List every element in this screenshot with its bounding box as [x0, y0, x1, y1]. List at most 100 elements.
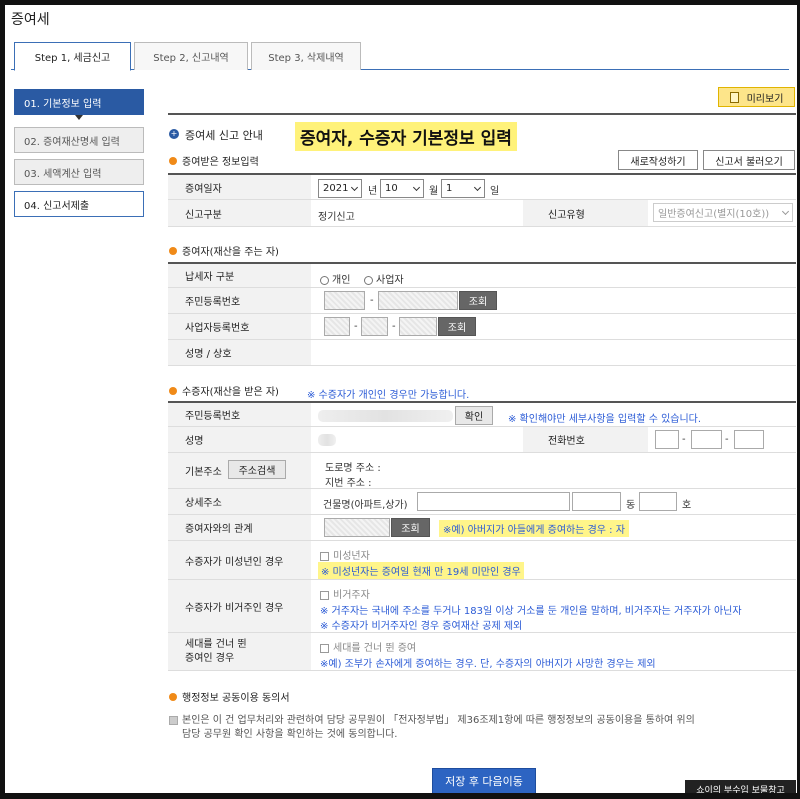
receiver-confirm-button[interactable]: 확인 — [455, 406, 493, 425]
section-receiver-title: 수증자(재산을 받은 자) — [169, 383, 279, 398]
giver-rrn-back-input[interactable] — [378, 291, 458, 310]
day-unit: 일 — [490, 186, 500, 197]
nonresident-note-2: ※ 수증자가 비거주자인 경우 증여재산 공제 제외 — [320, 621, 523, 632]
label-report-kind: 신고유형 — [523, 200, 648, 226]
checkbox-icon — [320, 643, 329, 653]
year-select[interactable]: 2021 — [318, 179, 362, 198]
checkbox-icon — [320, 551, 329, 561]
preview-button[interactable]: 미리보기 — [718, 87, 795, 107]
row-nonresident: 수증자가 비거주인 경우 비거주자 ※ 거주자는 국내에 주소를 두거나 183… — [168, 580, 796, 633]
row-receiver-name: 성명 전화번호 - - — [168, 427, 796, 453]
ho-label: 호 — [682, 500, 692, 511]
minor-checkbox[interactable]: 미성년자 — [320, 547, 370, 562]
app-window: 증여세 Step 1, 세금신고 Step 2, 신고내역 Step 3, 삭제… — [0, 0, 800, 799]
row-minor: 수증자가 미성년인 경우 미성년자 ※ 미성년자는 증여일 현재 만 19세 미… — [168, 541, 796, 580]
load-report-button[interactable]: 신고서 불러오기 — [703, 150, 795, 170]
giver-rrn-front-input[interactable] — [324, 291, 365, 310]
phone-3-input[interactable] — [734, 430, 764, 449]
dong-input[interactable] — [572, 492, 621, 511]
generation-skip-note: ※예) 조부가 손자에게 증여하는 경우. 단, 수증자의 아버지가 사망한 경… — [320, 659, 656, 670]
tab-step2[interactable]: Step 2, 신고내역 — [134, 42, 248, 70]
road-address-label: 도로명 주소 : — [325, 463, 381, 474]
tab-step3[interactable]: Step 3, 삭제내역 — [251, 42, 361, 70]
day-select[interactable]: 1 — [441, 179, 485, 198]
relation-lookup-button[interactable]: 조회 — [391, 518, 430, 537]
bullet-icon — [169, 156, 177, 165]
label-relation: 증여자와의 관계 — [168, 515, 311, 540]
section-received-title: 증여받은 정보입력 — [169, 153, 259, 168]
row-giver-rrn: 주민등록번호 - 조회 — [168, 288, 796, 314]
minor-note: ※ 미성년자는 증여일 현재 만 19세 미만인 경우 — [318, 562, 524, 579]
sidebar: 01. 기본정보 입력 02. 증여재산명세 입력 03. 세액계산 입력 04… — [14, 89, 144, 223]
top-divider — [168, 113, 796, 115]
highlight-banner: 증여자, 수증자 기본정보 입력 — [295, 122, 517, 151]
nonresident-note-1: ※ 거주자는 국내에 주소를 두거나 183일 이상 거소를 둔 개인을 말하며… — [320, 606, 742, 617]
receiver-name-masked — [318, 434, 336, 446]
row-gift-date: 증여일자 2021 년 10 월 1 일 — [168, 173, 796, 200]
label-giver-brn: 사업자등록번호 — [168, 314, 311, 339]
row-report-type: 신고구분 정기신고 신고유형 일반증여신고(별지(10호)) — [168, 200, 796, 227]
receiver-rrn-masked — [318, 410, 453, 422]
sidebar-item-submit[interactable]: 04. 신고서제출 — [14, 191, 144, 217]
row-receiver-rrn: 주민등록번호 확인 ※ 확인해야만 세부사항을 입력할 수 있습니다. — [168, 401, 796, 427]
relation-note: ※예) 아버지가 아들에게 증여하는 경우 : 자 — [439, 520, 629, 537]
giver-rrn-lookup-button[interactable]: 조회 — [459, 291, 497, 310]
generation-skip-checkbox[interactable]: 세대를 건너 뛴 증여 — [320, 639, 416, 654]
bullet-icon — [169, 246, 177, 255]
label-gift-date: 증여일자 — [168, 175, 311, 199]
row-base-address: 기본주소 주소검색 도로명 주소 : 지번 주소 : — [168, 453, 796, 489]
step-tabs: Step 1, 세금신고 Step 2, 신고내역 Step 3, 삭제내역 — [11, 42, 789, 71]
label-minor: 수증자가 미성년인 경우 — [168, 541, 311, 579]
sidebar-item-asset-list[interactable]: 02. 증여재산명세 입력 — [14, 127, 144, 153]
phone-1-input[interactable] — [655, 430, 679, 449]
checkbox-icon — [320, 590, 329, 600]
report-type-value: 정기신고 — [318, 212, 355, 223]
row-relation: 증여자와의 관계 조회 ※예) 아버지가 아들에게 증여하는 경우 : 자 — [168, 515, 796, 541]
month-unit: 월 — [429, 186, 439, 197]
consent-text-1: 본인은 이 건 업무처리와 관련하여 담당 공무원이 「전자정부법」 제36조제… — [169, 711, 695, 726]
radio-individual[interactable]: 개인 — [320, 271, 350, 286]
tab-step1[interactable]: Step 1, 세금신고 — [14, 42, 131, 71]
preview-label: 미리보기 — [746, 93, 784, 105]
giver-brn-3-input[interactable] — [399, 317, 437, 336]
building-label: 건물명(아파트,상가) — [323, 500, 408, 511]
report-kind-select[interactable]: 일반증여신고(별지(10호)) — [653, 203, 793, 222]
building-input[interactable] — [417, 492, 570, 511]
label-phone: 전화번호 — [523, 427, 648, 452]
watermark: 쇼이의 부수입 보물창고 — [685, 780, 796, 793]
label-generation-skip: 세대를 건너 뛴 증여인 경우 — [168, 633, 311, 670]
phone-2-input[interactable] — [691, 430, 722, 449]
row-giver-brn: 사업자등록번호 - - 조회 — [168, 314, 796, 340]
sidebar-item-tax-calc[interactable]: 03. 세액계산 입력 — [14, 159, 144, 185]
giver-brn-lookup-button[interactable]: 조회 — [438, 317, 476, 336]
address-search-button[interactable]: 주소검색 — [228, 460, 286, 479]
row-giver-name: 성명 / 상호 — [168, 340, 796, 366]
label-receiver-rrn: 주민등록번호 — [168, 403, 311, 426]
new-write-button[interactable]: 새로작성하기 — [618, 150, 698, 170]
sidebar-arrow-icon — [14, 115, 144, 123]
receiver-title-note: ※ 수증자가 개인인 경우만 가능합니다. — [307, 390, 470, 401]
giver-brn-2-input[interactable] — [361, 317, 388, 336]
radio-business[interactable]: 사업자 — [364, 271, 404, 286]
consent-text-2: 담당 공무원 확인 사항을 확인하는 것에 동의합니다. — [182, 729, 398, 740]
radio-icon — [364, 275, 373, 285]
label-giver-rrn: 주민등록번호 — [168, 288, 311, 313]
sidebar-item-basic-info[interactable]: 01. 기본정보 입력 — [14, 89, 144, 115]
ho-input[interactable] — [639, 492, 677, 511]
consent-checkbox[interactable] — [169, 715, 178, 725]
label-detail-address: 상세주소 — [168, 489, 311, 514]
lot-address-label: 지번 주소 : — [325, 478, 372, 489]
giver-brn-1-input[interactable] — [324, 317, 350, 336]
nonresident-checkbox[interactable]: 비거주자 — [320, 586, 370, 601]
section-consent-title: 행정정보 공동이용 동의서 — [169, 689, 290, 704]
section-giver-title: 증여자(재산을 주는 자) — [169, 243, 279, 258]
info-icon: + — [169, 129, 179, 139]
save-next-button[interactable]: 저장 후 다음이동 — [432, 768, 536, 793]
document-icon — [729, 91, 739, 103]
dong-label: 동 — [626, 500, 636, 511]
row-taxpayer-type: 납세자 구분 개인 사업자 — [168, 262, 796, 288]
month-select[interactable]: 10 — [380, 179, 424, 198]
relation-input[interactable] — [324, 518, 390, 537]
label-report-type: 신고구분 — [168, 200, 311, 226]
label-taxpayer-type: 납세자 구분 — [168, 264, 311, 287]
